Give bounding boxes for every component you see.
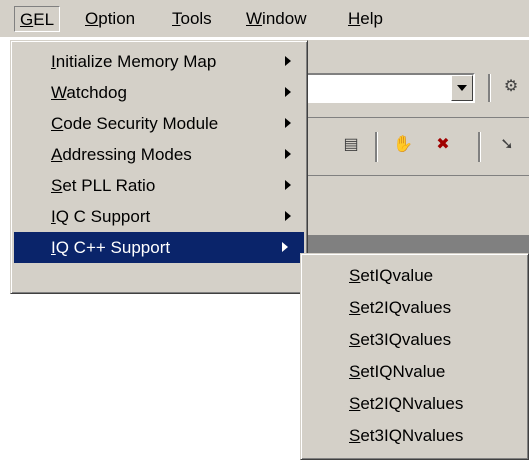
- menu-tools[interactable]: Tools: [167, 6, 217, 32]
- submenu-arrow-icon: [285, 87, 291, 97]
- dropdown-arrow-icon[interactable]: [451, 75, 473, 101]
- find-icon[interactable]: ⚙: [500, 76, 522, 98]
- menu-item-initialize-memory-map[interactable]: Initialize Memory Map: [11, 46, 307, 77]
- menu-gel[interactable]: GEL: [14, 6, 61, 32]
- hand-icon[interactable]: ✋: [392, 134, 414, 156]
- menu-item-iq-cpp-support[interactable]: IQ C++ Support: [14, 232, 304, 263]
- toolbar-separator: [375, 132, 378, 162]
- submenu-item-setiqnvalue[interactable]: SetIQNvalue: [301, 356, 528, 388]
- submenu-arrow-icon: [285, 211, 291, 221]
- submenu-item-set3iqnvalues[interactable]: Set3IQNvalues: [301, 420, 528, 452]
- submenu-item-set3iqvalues[interactable]: Set3IQvalues: [301, 324, 528, 356]
- submenu-item-setiqvalue[interactable]: SetIQvalue: [301, 260, 528, 292]
- iq-cpp-submenu: SetIQvalue Set2IQvalues Set3IQvalues Set…: [300, 253, 529, 460]
- submenu-arrow-icon: [285, 56, 291, 66]
- menu-item-set-pll-ratio[interactable]: Set PLL Ratio: [11, 170, 307, 201]
- submenu-arrow-icon: [285, 180, 291, 190]
- menu-help[interactable]: Help: [343, 6, 388, 32]
- probe-icon[interactable]: ➘: [496, 134, 518, 156]
- menu-bar: GEL Option Tools Window Help: [0, 0, 529, 38]
- menu-window[interactable]: Window: [241, 6, 311, 32]
- gel-menu: Initialize Memory Map Watchdog Code Secu…: [10, 40, 308, 294]
- menu-item-iq-c-support[interactable]: IQ C Support: [11, 201, 307, 232]
- breakpoint-remove-icon[interactable]: ✖: [432, 134, 454, 156]
- menu-item-addressing-modes[interactable]: Addressing Modes: [11, 139, 307, 170]
- window-strip: [300, 235, 529, 253]
- submenu-item-set2iqnvalues[interactable]: Set2IQNvalues: [301, 388, 528, 420]
- menu-item-watchdog[interactable]: Watchdog: [11, 77, 307, 108]
- toolbar-separator: [488, 74, 491, 102]
- toolbar-divider: [300, 175, 529, 176]
- submenu-arrow-icon: [285, 149, 291, 159]
- submenu-item-set2iqvalues[interactable]: Set2IQvalues: [301, 292, 528, 324]
- printer-icon[interactable]: ▤: [340, 134, 362, 156]
- toolbar-divider: [300, 117, 529, 118]
- menu-item-code-security-module[interactable]: Code Security Module: [11, 108, 307, 139]
- toolbar-separator: [478, 132, 481, 162]
- submenu-arrow-icon: [282, 242, 288, 252]
- toolbar-combobox[interactable]: [305, 73, 475, 103]
- submenu-arrow-icon: [285, 118, 291, 128]
- menu-option[interactable]: Option: [80, 6, 140, 32]
